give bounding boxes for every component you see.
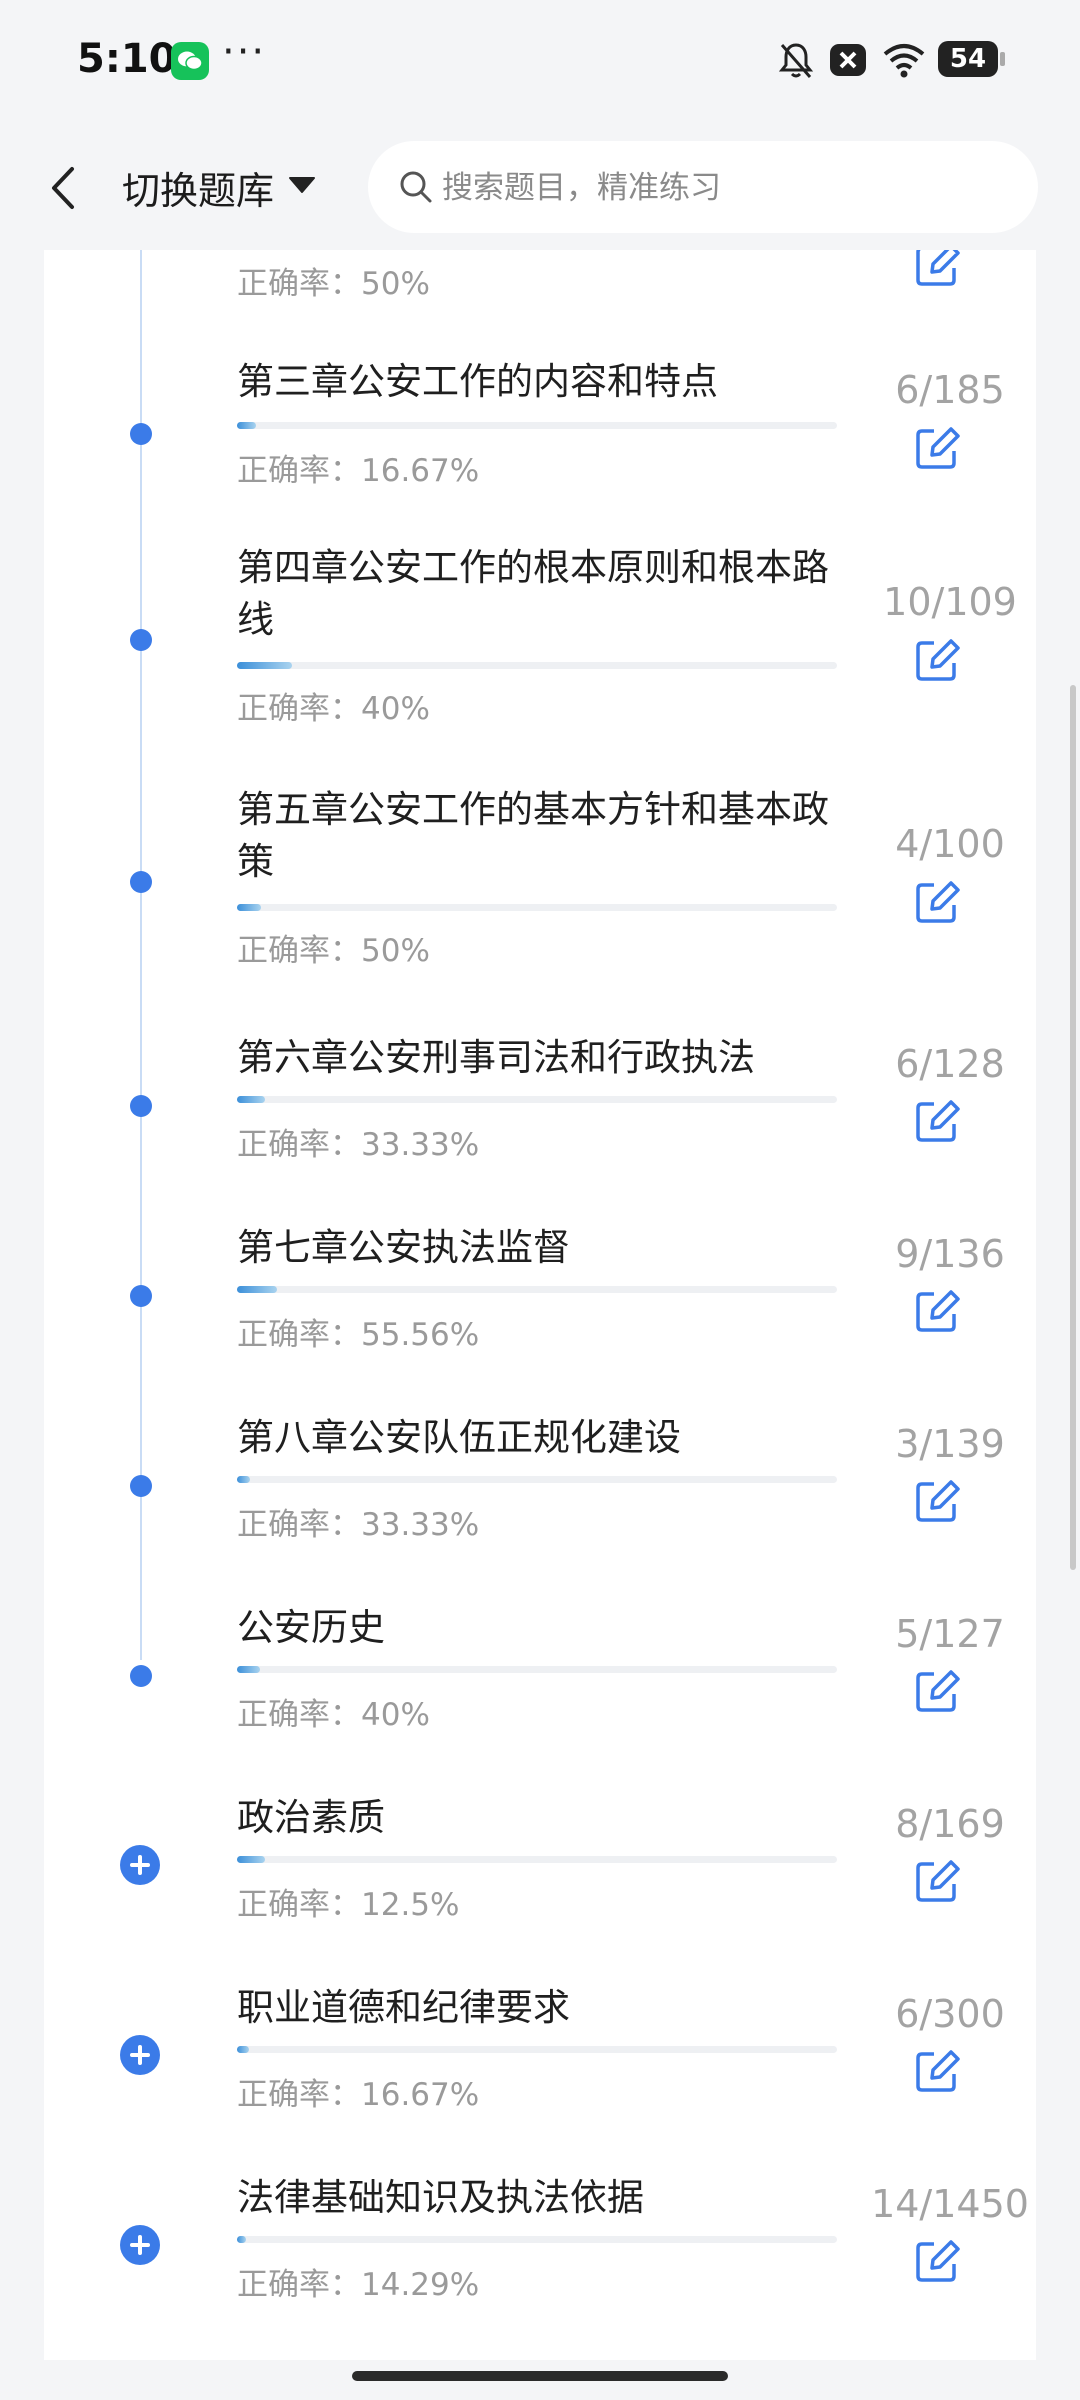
timeline-dot-icon	[130, 1665, 152, 1687]
home-indicator[interactable]	[352, 2371, 728, 2381]
question-count: 4/100	[895, 822, 1005, 866]
edit-icon[interactable]	[914, 1288, 960, 1334]
accuracy-label: 正确率：40%	[237, 691, 430, 727]
chapter-title: 第四章公安工作的根本原则和根本路线	[237, 546, 829, 641]
accuracy-label: 正确率：12.5%	[237, 1887, 460, 1923]
progress-fill	[237, 1096, 266, 1103]
timeline-dot-icon	[130, 629, 152, 651]
timeline-line	[140, 250, 142, 1660]
progress-fill	[237, 662, 293, 669]
edit-icon[interactable]	[914, 2048, 960, 2094]
mute-bell-icon	[778, 43, 814, 78]
search-input[interactable]	[440, 167, 1004, 209]
edit-icon[interactable]	[914, 1478, 960, 1524]
chapter-title: 职业道德和纪律要求	[237, 1986, 570, 2029]
chapter-title: 公安历史	[237, 1606, 385, 1649]
accuracy-label: 正确率：50%	[237, 933, 430, 969]
timeline-dot-icon	[130, 1285, 152, 1307]
progress-bar	[237, 2046, 837, 2053]
progress-fill	[237, 1666, 261, 1673]
progress-bar	[237, 904, 837, 911]
timeline-dot-icon	[130, 1475, 152, 1497]
progress-fill	[237, 904, 261, 911]
question-count: 14/1450	[871, 2182, 1029, 2226]
question-count: 6/185	[895, 368, 1005, 412]
question-count: 6/300	[895, 1992, 1005, 2036]
edit-icon[interactable]	[914, 879, 960, 925]
edit-icon[interactable]	[914, 1098, 960, 1144]
wifi-icon	[883, 44, 925, 78]
wechat-icon	[171, 42, 209, 80]
question-count: 10/109	[883, 580, 1017, 624]
chapter-title: 第五章公安工作的基本方针和基本政策	[237, 788, 829, 883]
progress-bar	[237, 1856, 837, 1863]
chapter-title: 第六章公安刑事司法和行政执法	[237, 1036, 755, 1079]
progress-bar	[237, 422, 837, 429]
chapter-title: 第七章公安执法监督	[237, 1226, 570, 1269]
accuracy-label: 正确率：40%	[237, 1697, 430, 1733]
edit-icon[interactable]	[914, 250, 960, 288]
question-count: 8/169	[895, 1802, 1005, 1846]
expand-plus-icon[interactable]	[120, 1845, 160, 1885]
accuracy-label: 正确率：14.29%	[237, 2267, 480, 2303]
question-count: 6/128	[895, 1042, 1005, 1086]
edit-icon[interactable]	[914, 2238, 960, 2284]
progress-fill	[237, 2236, 246, 2243]
search-box[interactable]	[368, 141, 1038, 233]
accuracy-label: 正确率：50%	[237, 266, 430, 302]
progress-bar	[237, 2236, 837, 2243]
switch-bank-button[interactable]: 切换题库	[122, 160, 274, 215]
edit-icon[interactable]	[914, 637, 960, 683]
progress-bar	[237, 1096, 837, 1103]
close-box-icon	[830, 44, 866, 76]
edit-icon[interactable]	[914, 425, 960, 471]
chevron-left-icon[interactable]	[44, 161, 84, 215]
timeline-dot-icon	[130, 423, 152, 445]
battery-icon: 54	[938, 41, 1005, 77]
edit-icon[interactable]	[914, 1668, 960, 1714]
more-dots: ···	[222, 29, 267, 75]
header: 切换题库	[0, 125, 1080, 250]
status-bar: 5:10 ··· 54	[0, 0, 1080, 125]
progress-bar	[237, 1476, 837, 1483]
chapter-title: 法律基础知识及执法依据	[237, 2176, 644, 2219]
progress-fill	[237, 1476, 251, 1483]
accuracy-label: 正确率：33.33%	[237, 1127, 480, 1163]
scrollbar[interactable]	[1070, 685, 1076, 1570]
accuracy-label: 正确率：16.67%	[237, 453, 480, 489]
chapter-title: 第三章公安工作的内容和特点	[237, 360, 718, 403]
timeline-dot-icon	[130, 1095, 152, 1117]
question-count: 3/139	[895, 1422, 1005, 1466]
edit-icon[interactable]	[914, 1858, 960, 1904]
timeline-dot-icon	[130, 871, 152, 893]
chapter-list: 正确率：50% 第三章公安工作的内容和特点 正确率：16.67% 6/185 第…	[44, 250, 1036, 2360]
expand-plus-icon[interactable]	[120, 2035, 160, 2075]
progress-bar	[237, 662, 837, 669]
accuracy-label: 正确率：33.33%	[237, 1507, 480, 1543]
accuracy-label: 正确率：16.67%	[237, 2077, 480, 2113]
expand-plus-icon[interactable]	[120, 2225, 160, 2265]
status-time: 5:10	[77, 36, 177, 82]
progress-fill	[237, 422, 257, 429]
search-icon	[400, 171, 432, 203]
chapter-title: 政治素质	[237, 1796, 385, 1839]
progress-fill	[237, 2046, 249, 2053]
question-count: 5/127	[895, 1612, 1005, 1656]
chapter-title: 第八章公安队伍正规化建设	[237, 1416, 681, 1459]
progress-bar	[237, 1286, 837, 1293]
question-count: 9/136	[895, 1232, 1005, 1276]
progress-bar	[237, 1666, 837, 1673]
caret-down-icon[interactable]	[288, 175, 316, 195]
progress-fill	[237, 1856, 266, 1863]
progress-fill	[237, 1286, 277, 1293]
accuracy-label: 正确率：55.56%	[237, 1317, 480, 1353]
